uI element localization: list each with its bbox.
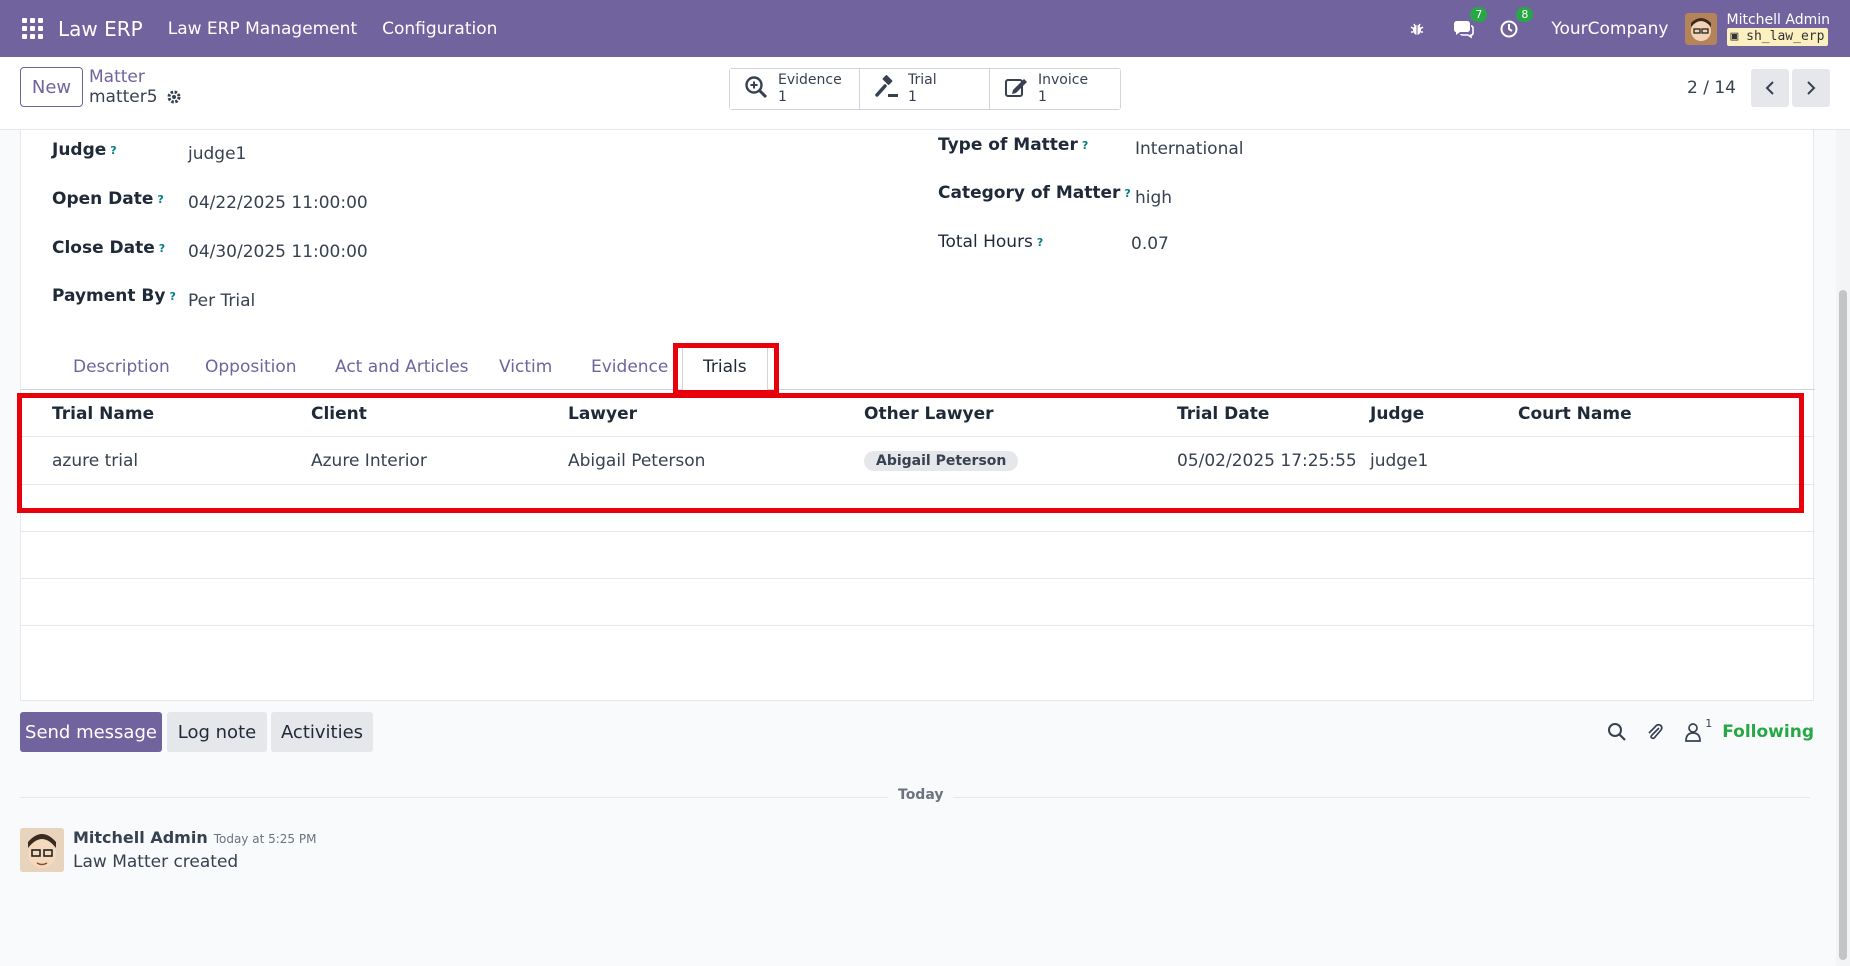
tab-description[interactable]: Description <box>73 343 170 390</box>
tab-opposition[interactable]: Opposition <box>205 343 297 390</box>
followers-icon[interactable]: 1 <box>1682 717 1712 743</box>
app-brand[interactable]: Law ERP <box>58 17 143 41</box>
close-date-label: Close Date <box>52 238 155 258</box>
messages-icon[interactable]: 7 <box>1451 6 1488 41</box>
type-of-matter-value[interactable]: International <box>1135 139 1244 159</box>
pager: 2 / 14 <box>1687 69 1830 107</box>
empty-row <box>21 532 1815 579</box>
pager-previous-button[interactable] <box>1751 69 1789 107</box>
messages-badge: 7 <box>1470 6 1488 22</box>
database-name: sh_law_erp <box>1746 28 1825 44</box>
tab-victim[interactable]: Victim <box>499 343 552 390</box>
field-open-date-label: Open Date? <box>52 189 164 209</box>
type-of-matter-label: Type of Matter <box>938 135 1078 155</box>
open-date-value[interactable]: 04/22/2025 11:00:00 <box>188 193 368 213</box>
company-switcher[interactable]: YourCompany <box>1551 19 1668 39</box>
author-avatar[interactable] <box>20 828 64 872</box>
user-name[interactable]: Mitchell Admin <box>1727 12 1831 28</box>
day-separator-label: Today <box>888 787 954 803</box>
category-of-matter-label: Category of Matter <box>938 183 1121 203</box>
field-type-of-matter-label: Type of Matter? <box>938 135 1088 155</box>
apps-menu-icon[interactable] <box>22 17 44 40</box>
invoice-label: Invoice <box>1038 72 1089 88</box>
scrollbar-thumb[interactable] <box>1839 290 1847 960</box>
trial-label: Trial <box>908 72 937 88</box>
judge-help[interactable]: ? <box>110 144 116 157</box>
top-navbar: Law ERP Law ERP Management Configuration… <box>0 0 1850 57</box>
search-plus-icon <box>744 75 770 104</box>
total-hours-help[interactable]: ? <box>1037 236 1043 249</box>
pager-value[interactable]: 2 / 14 <box>1687 78 1736 98</box>
field-judge-label: Judge? <box>52 140 117 160</box>
invoice-count: 1 <box>1038 89 1047 105</box>
close-date-value[interactable]: 04/30/2025 11:00:00 <box>188 242 368 262</box>
judge-value[interactable]: judge1 <box>188 144 246 164</box>
activities-badge: 8 <box>1516 6 1534 22</box>
gear-icon[interactable] <box>166 89 182 105</box>
notebook-tabs: Description Opposition Act and Articles … <box>21 343 1815 391</box>
highlight-trials-table <box>17 393 1804 513</box>
chevron-left-icon <box>1765 81 1774 95</box>
payment-by-value[interactable]: Per Trial <box>188 291 255 311</box>
chevron-right-icon <box>1807 81 1816 95</box>
chatter-toolbar: Send message Log note Activities 1 Follo… <box>20 712 1814 752</box>
log-note-button[interactable]: Log note <box>167 712 267 752</box>
category-of-matter-value[interactable]: high <box>1135 188 1172 208</box>
type-of-matter-help[interactable]: ? <box>1082 139 1088 152</box>
send-message-button[interactable]: Send message <box>20 712 162 752</box>
evidence-smart-button[interactable]: Evidence 1 <box>730 69 860 109</box>
edit-icon <box>1004 75 1030 104</box>
invoice-smart-button[interactable]: Invoice 1 <box>990 69 1120 109</box>
breadcrumb-parent[interactable]: Matter <box>89 67 182 87</box>
followers-count: 1 <box>1705 717 1713 730</box>
highlight-trials-tab <box>673 343 779 395</box>
breadcrumb: Matter matter5 <box>89 67 182 107</box>
open-date-label: Open Date <box>52 189 154 209</box>
empty-row <box>21 579 1815 626</box>
activities-icon[interactable]: 8 <box>1497 6 1534 41</box>
total-hours-value: 0.07 <box>1131 234 1169 254</box>
pager-next-button[interactable] <box>1792 69 1830 107</box>
empty-row <box>21 626 1815 696</box>
new-button[interactable]: New <box>20 67 83 107</box>
activities-button[interactable]: Activities <box>271 712 373 752</box>
payment-by-label: Payment By <box>52 286 166 306</box>
payment-by-help[interactable]: ? <box>169 290 175 303</box>
trial-count: 1 <box>908 89 917 105</box>
open-date-help[interactable]: ? <box>157 193 163 206</box>
trial-smart-button[interactable]: Trial 1 <box>860 69 990 109</box>
database-tag: ▣ sh_law_erp <box>1726 27 1829 46</box>
evidence-label: Evidence <box>778 72 842 88</box>
total-hours-label: Total Hours <box>938 232 1033 252</box>
field-close-date-label: Close Date? <box>52 238 165 258</box>
field-category-of-matter-label: Category of Matter? <box>938 183 1131 203</box>
breadcrumb-current: matter5 <box>89 87 158 107</box>
evidence-count: 1 <box>778 89 787 105</box>
close-date-help[interactable]: ? <box>159 242 165 255</box>
gavel-icon <box>874 74 900 104</box>
menu-configuration[interactable]: Configuration <box>382 19 497 39</box>
message-body: Law Matter created <box>73 852 239 872</box>
message-time: Today at 5:25 PM <box>213 832 317 846</box>
database-icon: ▣ <box>1730 28 1747 44</box>
menu-law-erp-management[interactable]: Law ERP Management <box>168 19 357 39</box>
control-panel: New Matter matter5 Evidence 1 Trial 1 In… <box>0 57 1850 130</box>
tab-evidence[interactable]: Evidence <box>591 343 668 390</box>
search-icon[interactable] <box>1606 721 1628 743</box>
following-button[interactable]: Following <box>1722 722 1814 742</box>
tab-act-and-articles[interactable]: Act and Articles <box>335 343 469 390</box>
message-author[interactable]: Mitchell Admin <box>73 828 208 847</box>
user-avatar[interactable] <box>1684 12 1717 45</box>
field-total-hours-label: Total Hours? <box>938 232 1043 252</box>
bug-icon[interactable] <box>1405 17 1429 41</box>
page-scrollbar[interactable] <box>1836 130 1850 966</box>
field-payment-by-label: Payment By? <box>52 286 176 306</box>
paperclip-icon[interactable] <box>1644 721 1666 743</box>
smart-buttons: Evidence 1 Trial 1 Invoice 1 <box>729 68 1121 110</box>
judge-label: Judge <box>52 140 107 160</box>
category-of-matter-help[interactable]: ? <box>1124 187 1130 200</box>
